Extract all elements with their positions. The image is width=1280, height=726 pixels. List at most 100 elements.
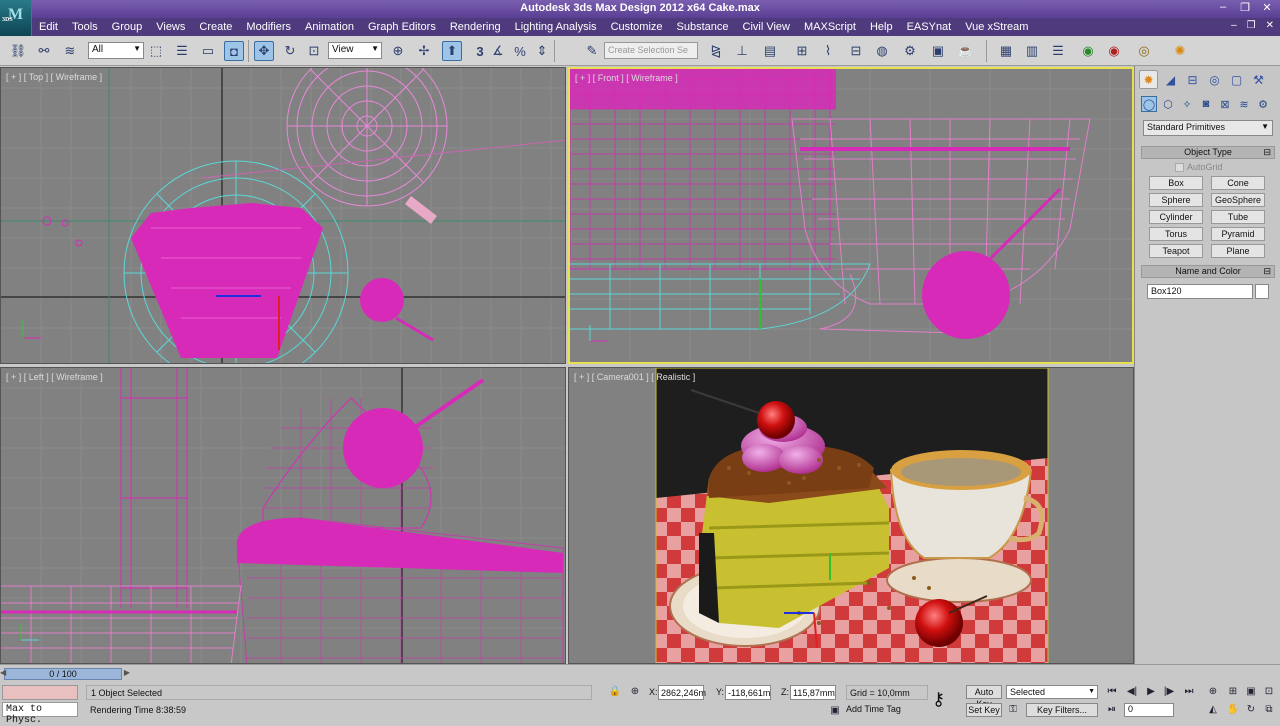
rendered-frame-window-icon[interactable]: ▣ (928, 41, 948, 61)
maxscript-output[interactable]: Max to Physc. (2, 702, 78, 726)
curve-editor-icon[interactable]: ⌇ (818, 41, 838, 61)
name-color-rollout-header[interactable]: Name and Color ⊟ (1141, 265, 1275, 278)
selection-lock-icon[interactable]: 🔒 (608, 685, 622, 699)
space-warps-icon[interactable]: ≋ (1236, 96, 1252, 112)
pan-view-icon[interactable]: ✋ (1226, 703, 1240, 717)
maxscript-listener-input[interactable] (2, 685, 78, 700)
primitive-category-dropdown[interactable]: Standard Primitives ▼ (1143, 120, 1273, 136)
set-key-icon[interactable]: ⚷ (932, 689, 945, 710)
select-and-link-icon[interactable]: ⛓ (8, 41, 28, 61)
green-render-icon[interactable]: ◉ (1078, 41, 1098, 61)
bind-to-space-warp-icon[interactable]: ≋ (60, 41, 80, 61)
zoom-all-icon[interactable]: ⊞ (1226, 685, 1240, 699)
auto-key-button[interactable]: Auto Key (966, 685, 1002, 709)
angle-snap-icon[interactable]: ∡ (488, 41, 508, 61)
viewport-camera[interactable]: [ + ] [ Camera001 ] [ Realistic ] (568, 367, 1134, 664)
maximize-viewport-icon[interactable]: ⧉ (1262, 703, 1276, 717)
z-coord-input[interactable]: 115,87mm (790, 685, 836, 700)
menu-graph-editors[interactable]: Graph Editors (361, 21, 443, 33)
key-mode-icon[interactable]: ⚿ (1006, 703, 1020, 717)
systems-icon[interactable]: ⚙ (1255, 96, 1271, 112)
menu-substance[interactable]: Substance (670, 21, 736, 33)
viewport-camera-label[interactable]: [ + ] [ Camera001 ] [ Realistic ] (574, 372, 695, 382)
viewport-front[interactable]: [ + ] [ Front ] [ Wireframe ] (568, 67, 1134, 364)
material-editor-icon[interactable]: ◍ (872, 41, 892, 61)
menu-help[interactable]: Help (863, 21, 900, 33)
go-to-end-icon[interactable]: ⏭ (1181, 685, 1197, 699)
minimize-icon[interactable]: – (1216, 1, 1230, 14)
go-to-start-icon[interactable]: ⏮ (1104, 685, 1120, 699)
torus-button[interactable]: Torus (1149, 227, 1203, 241)
utilities-tab-icon[interactable]: ⚒ (1249, 70, 1268, 89)
create-tab-icon[interactable]: ✹ (1139, 70, 1158, 89)
quick-render-icon[interactable]: ◎ (1134, 41, 1154, 61)
pivot-center-icon[interactable]: ⊕ (388, 41, 408, 61)
menu-tools[interactable]: Tools (65, 21, 105, 33)
snaps-toggle-icon[interactable]: 3 (470, 41, 490, 61)
time-tag-icon[interactable]: ▣ (828, 704, 842, 718)
hierarchy-tab-icon[interactable]: ⊟ (1183, 70, 1202, 89)
time-slider[interactable]: 0 / 100 (4, 668, 122, 680)
rectangular-selection-icon[interactable]: ▭ (198, 41, 218, 61)
zoom-icon[interactable]: ⊕ (1206, 685, 1220, 699)
pyramid-button[interactable]: Pyramid (1211, 227, 1265, 241)
extra-toolbar-icon-1[interactable]: ▦ (996, 41, 1016, 61)
menu-customize[interactable]: Customize (604, 21, 670, 33)
select-and-rotate-icon[interactable]: ↻ (280, 41, 300, 61)
render-production-icon[interactable]: ☕ (956, 41, 976, 61)
object-type-rollout-header[interactable]: Object Type ⊟ (1141, 146, 1275, 159)
cameras-icon[interactable]: ◙ (1198, 96, 1214, 112)
menu-lighting-analysis[interactable]: Lighting Analysis (508, 21, 604, 33)
geometry-icon[interactable]: ◯ (1141, 96, 1157, 112)
doc-restore-icon[interactable]: ❐ (1247, 20, 1256, 31)
zoom-extents-all-icon[interactable]: ⊡ (1262, 685, 1276, 699)
teapot-button[interactable]: Teapot (1149, 244, 1203, 258)
align-icon[interactable]: ⊥ (732, 41, 752, 61)
menu-rendering[interactable]: Rendering (443, 21, 508, 33)
cylinder-button[interactable]: Cylinder (1149, 210, 1203, 224)
layer-manager-icon[interactable]: ▤ (760, 41, 780, 61)
extra-toolbar-icon-3[interactable]: ☰ (1048, 41, 1068, 61)
render-setup-icon[interactable]: ⚙ (900, 41, 920, 61)
viewport-top-label[interactable]: [ + ] [ Top ] [ Wireframe ] (6, 72, 102, 82)
shapes-icon[interactable]: ⬡ (1160, 96, 1176, 112)
percent-snap-icon[interactable]: % (510, 41, 530, 61)
add-time-tag[interactable]: Add Time Tag (846, 704, 901, 714)
menu-civil-view[interactable]: Civil View (736, 21, 797, 33)
viewport-top[interactable]: [ + ] [ Top ] [ Wireframe ] (0, 67, 566, 364)
current-frame-input[interactable]: 0 (1124, 703, 1174, 717)
select-by-name-icon[interactable]: ☰ (172, 41, 192, 61)
reference-coordinate-dropdown[interactable]: View ▼ (328, 42, 382, 59)
next-frame-icon[interactable]: |▶ (1161, 685, 1177, 699)
named-selection-sets-dropdown[interactable]: Create Selection Se (604, 42, 698, 59)
zoom-extents-icon[interactable]: ▣ (1244, 685, 1258, 699)
viewport-left[interactable]: [ + ] [ Left ] [ Wireframe ] (0, 367, 566, 664)
plane-button[interactable]: Plane (1211, 244, 1265, 258)
key-mode-toggle-icon[interactable]: ⏯ (1104, 703, 1120, 717)
sphere-button[interactable]: Sphere (1149, 193, 1203, 207)
viewport-left-label[interactable]: [ + ] [ Left ] [ Wireframe ] (6, 372, 103, 382)
menu-modifiers[interactable]: Modifiers (239, 21, 298, 33)
select-manipulate-icon[interactable]: ✢ (414, 41, 434, 61)
unlink-icon[interactable]: ⚯ (34, 41, 54, 61)
sun-icon[interactable]: ✺ (1170, 41, 1190, 61)
previous-frame-icon[interactable]: ◀| (1124, 685, 1140, 699)
edit-named-selection-icon[interactable]: ✎ (582, 41, 602, 61)
maximize-icon[interactable]: ❐ (1238, 1, 1252, 14)
doc-minimize-icon[interactable]: – (1231, 20, 1237, 31)
select-object-icon[interactable]: ⬚ (146, 41, 166, 61)
absolute-mode-icon[interactable]: ⊕ (628, 685, 642, 699)
menu-maxscript[interactable]: MAXScript (797, 21, 863, 33)
select-and-move-icon[interactable]: ✥ (254, 41, 274, 61)
select-and-scale-icon[interactable]: ⊡ (304, 41, 324, 61)
object-name-input[interactable]: Box120 (1147, 284, 1253, 299)
menu-create[interactable]: Create (192, 21, 239, 33)
field-of-view-icon[interactable]: ◭ (1206, 703, 1220, 717)
modify-tab-icon[interactable]: ◢ (1161, 70, 1180, 89)
keyboard-shortcut-override-icon[interactable]: ⬆ (442, 41, 462, 61)
mirror-icon[interactable]: ⧎ (706, 41, 726, 61)
window-crossing-icon[interactable]: ◘ (224, 41, 244, 61)
helpers-icon[interactable]: ⊠ (1217, 96, 1233, 112)
geosphere-button[interactable]: GeoSphere (1211, 193, 1265, 207)
extra-toolbar-icon-2[interactable]: ▥ (1022, 41, 1042, 61)
